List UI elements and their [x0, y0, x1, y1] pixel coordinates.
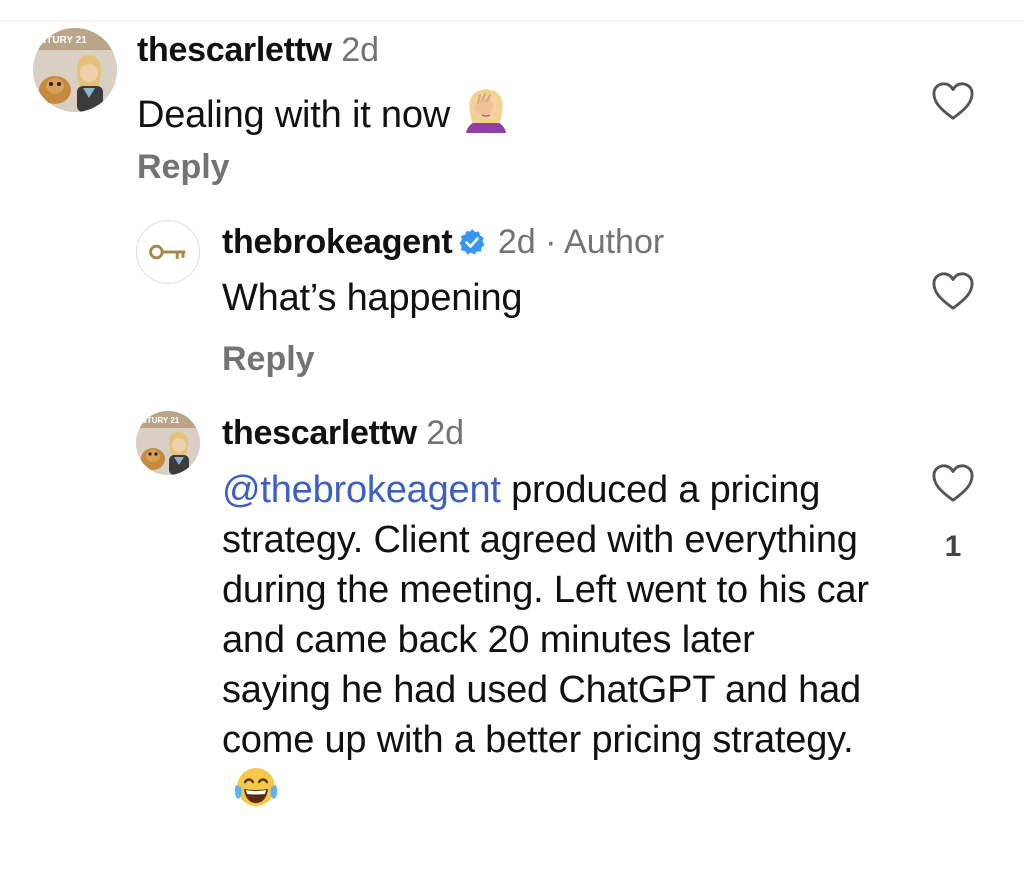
comment-meta: thebrokeagent 2d · Author — [222, 222, 664, 262]
avatar[interactable]: NTURY 21 — [136, 411, 200, 475]
like-heart-icon[interactable] — [930, 462, 976, 504]
like-count[interactable]: 1 — [930, 530, 976, 564]
verified-badge-icon — [458, 225, 486, 255]
avatar[interactable] — [136, 220, 200, 284]
comment-meta: thescarlettw 2d — [222, 413, 464, 453]
comment-meta: thescarlettw 2d — [137, 30, 379, 70]
mention-link[interactable]: @thebrokeagent — [222, 469, 501, 511]
tears-of-joy-emoji-icon — [232, 765, 280, 824]
username[interactable]: thebrokeagent — [222, 223, 453, 261]
svg-text:NTURY 21: NTURY 21 — [141, 416, 180, 425]
comment-text: Dealing with it now — [137, 83, 857, 148]
reply-button[interactable]: Reply — [137, 147, 230, 187]
comment-body: What’s happening — [222, 277, 523, 319]
author-tag: Author — [564, 223, 665, 261]
comment-body: Dealing with it now — [137, 94, 451, 136]
username[interactable]: thescarlettw — [222, 414, 417, 452]
username[interactable]: thescarlettw — [137, 31, 332, 69]
like-heart-icon[interactable] — [930, 80, 976, 122]
facepalm-emoji-icon — [460, 83, 512, 148]
comment-text: What’s happening — [222, 273, 882, 323]
avatar[interactable]: NTURY 21 — [33, 28, 117, 112]
comment-text: @thebrokeagent produced a pricing strate… — [222, 465, 872, 824]
svg-text:NTURY 21: NTURY 21 — [39, 35, 87, 46]
timestamp: 2d — [341, 31, 380, 69]
timestamp: 2d — [497, 223, 536, 261]
separator-dot: · — [545, 223, 557, 261]
reply-button[interactable]: Reply — [222, 339, 315, 379]
top-divider — [0, 20, 1024, 21]
like-heart-icon[interactable] — [930, 270, 976, 312]
comment-body: produced a pricing strategy. Client agre… — [222, 469, 869, 761]
timestamp: 2d — [426, 414, 465, 452]
